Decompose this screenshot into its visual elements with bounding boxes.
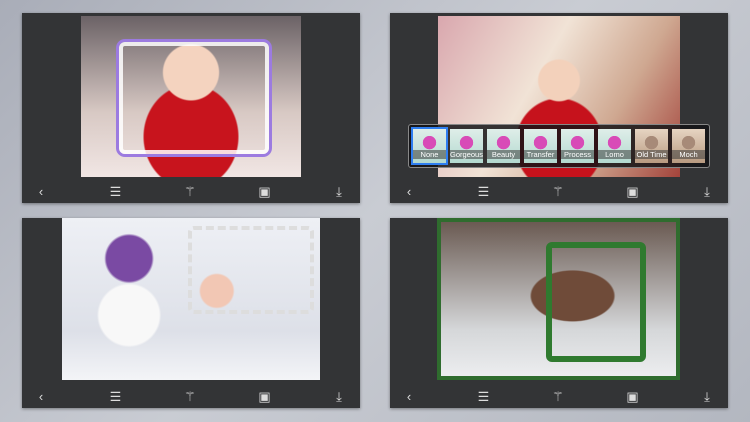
download-icon[interactable]: ⤓: [328, 386, 350, 408]
filter-transfer[interactable]: Transfer: [524, 129, 557, 163]
image-icon[interactable]: ▣: [622, 181, 644, 203]
screen-frame-editor-3: ‹ ☰ ⚚ ▣ ⤓: [390, 218, 728, 408]
image-icon[interactable]: ▣: [254, 181, 276, 203]
filter-lomo[interactable]: Lomo: [598, 129, 631, 163]
list-icon[interactable]: ☰: [473, 386, 495, 408]
download-icon[interactable]: ⤓: [696, 386, 718, 408]
list-icon[interactable]: ☰: [105, 181, 127, 203]
magic-wand-icon[interactable]: ⚚: [179, 181, 201, 203]
filter-old-time[interactable]: Old Time: [635, 129, 668, 163]
screen-frame-editor-2: ‹ ☰ ⚚ ▣ ⤓: [22, 218, 360, 408]
bottom-toolbar: ‹ ☰ ⚚ ▣ ⤓: [390, 386, 728, 408]
download-icon[interactable]: ⤓: [696, 181, 718, 203]
photo-canvas[interactable]: [81, 16, 301, 177]
image-icon[interactable]: ▣: [254, 386, 276, 408]
filter-beauty[interactable]: Beauty: [487, 129, 520, 163]
list-icon[interactable]: ☰: [473, 181, 495, 203]
screen-filters: None Gorgeous Beauty Transfer Process Lo…: [390, 13, 728, 203]
filter-process[interactable]: Process: [561, 129, 594, 163]
bottom-toolbar: ‹ ☰ ⚚ ▣ ⤓: [22, 181, 360, 203]
filter-strip[interactable]: None Gorgeous Beauty Transfer Process Lo…: [408, 124, 710, 168]
photo-frame-overlay: [188, 226, 314, 314]
magic-wand-icon[interactable]: ⚚: [179, 386, 201, 408]
download-icon[interactable]: ⤓: [328, 181, 350, 203]
screen-frame-editor-1: ‹ ☰ ⚚ ▣ ⤓: [22, 13, 360, 203]
filter-moch[interactable]: Moch: [672, 129, 705, 163]
bottom-toolbar: ‹ ☰ ⚚ ▣ ⤓: [390, 181, 728, 203]
back-icon[interactable]: ‹: [398, 181, 420, 203]
magic-wand-icon[interactable]: ⚚: [547, 181, 569, 203]
magic-wand-icon[interactable]: ⚚: [547, 386, 569, 408]
photo-frame-overlay: [546, 242, 646, 362]
photo-canvas[interactable]: [437, 218, 680, 380]
back-icon[interactable]: ‹: [30, 181, 52, 203]
filter-gorgeous[interactable]: Gorgeous: [450, 129, 483, 163]
photo-canvas[interactable]: [62, 218, 320, 380]
bottom-toolbar: ‹ ☰ ⚚ ▣ ⤓: [22, 386, 360, 408]
filter-none[interactable]: None: [411, 127, 448, 165]
photo-frame-overlay: [119, 42, 269, 154]
back-icon[interactable]: ‹: [398, 386, 420, 408]
list-icon[interactable]: ☰: [105, 386, 127, 408]
image-icon[interactable]: ▣: [622, 386, 644, 408]
back-icon[interactable]: ‹: [30, 386, 52, 408]
